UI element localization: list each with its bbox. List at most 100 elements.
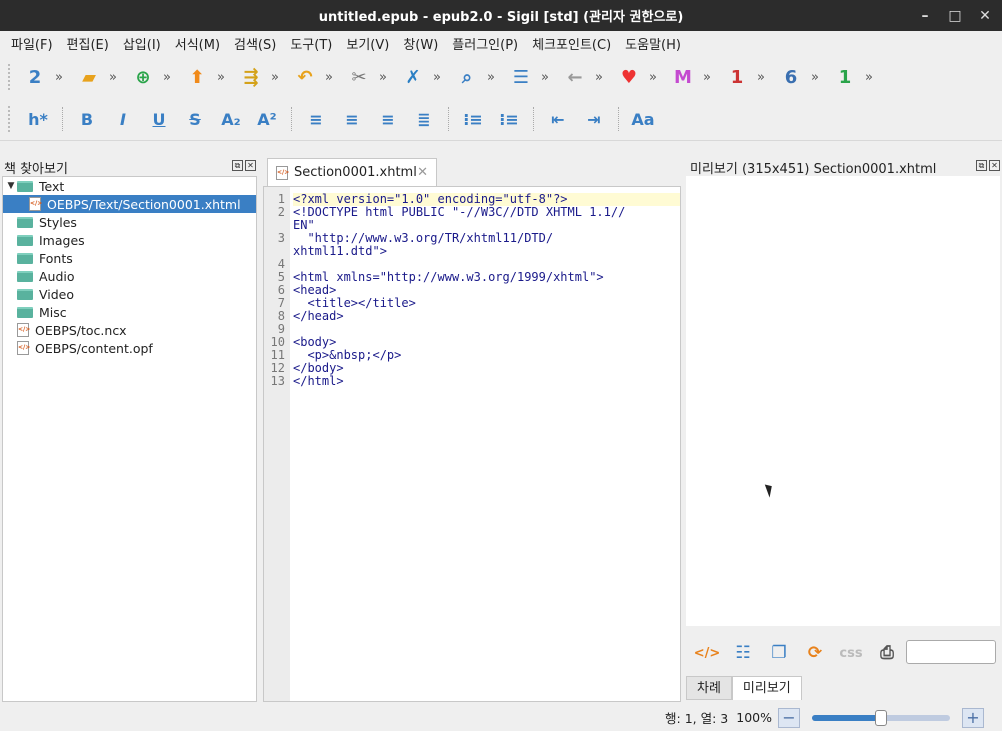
preview-pane[interactable] — [686, 176, 1000, 626]
expand-arrow-icon[interactable]: ▼ — [5, 181, 17, 191]
plugin-green-button[interactable]: 1 — [830, 62, 860, 92]
code-line[interactable]: <p>&nbsp;</p> — [293, 349, 680, 362]
strikethrough-button[interactable]: S — [177, 104, 213, 134]
menu-item-4[interactable]: 검색(S) — [227, 34, 283, 53]
underline-button[interactable]: U — [141, 104, 177, 134]
toolbar-overflow-icon[interactable]: » — [212, 70, 230, 85]
tree-item[interactable]: Styles — [3, 213, 256, 231]
float-icon[interactable]: ⧉ — [976, 160, 987, 171]
tree-item[interactable]: Images — [3, 231, 256, 249]
code-line[interactable]: </head> — [293, 310, 680, 323]
printer-button[interactable]: ⎙ — [872, 638, 902, 668]
css-button[interactable]: css — [836, 638, 866, 668]
justify-button[interactable]: ≣ — [406, 104, 442, 134]
tree-item[interactable]: ▼ Text — [3, 177, 256, 195]
menu-item-10[interactable]: 도움말(H) — [618, 34, 688, 53]
tree-item[interactable]: </> OEBPS/Text/Section0001.xhtml — [3, 195, 256, 213]
code-view-button[interactable]: </> — [692, 638, 722, 668]
toolbar-overflow-icon[interactable]: » — [104, 70, 122, 85]
toolbar-overflow-icon[interactable]: » — [698, 70, 716, 85]
toolbar-overflow-icon[interactable]: » — [266, 70, 284, 85]
code-line[interactable]: xhtml11.dtd"> — [293, 245, 680, 258]
toolbar-grip[interactable] — [8, 106, 12, 132]
close-tab-icon[interactable]: ✕ — [417, 165, 428, 180]
maximize-icon[interactable]: □ — [940, 0, 970, 31]
close-panel-icon[interactable]: ✕ — [989, 160, 1000, 171]
close-panel-icon[interactable]: ✕ — [245, 160, 256, 171]
plugin-red-button[interactable]: 1 — [722, 62, 752, 92]
back-arrow-button[interactable]: ← — [560, 62, 590, 92]
copy-button[interactable]: ❐ — [764, 638, 794, 668]
minimize-icon[interactable]: – — [910, 0, 940, 31]
code-line[interactable]: </body> — [293, 362, 680, 375]
toolbar-overflow-icon[interactable]: » — [428, 70, 446, 85]
open-folder-button[interactable]: ▰ — [74, 62, 104, 92]
bold-button[interactable]: B — [69, 104, 105, 134]
tree-item[interactable]: Misc — [3, 303, 256, 321]
menu-item-6[interactable]: 보기(V) — [339, 34, 396, 53]
code-line[interactable]: <title></title> — [293, 297, 680, 310]
align-left-button[interactable]: ≡ — [298, 104, 334, 134]
add-file-button[interactable]: ⊕ — [128, 62, 158, 92]
superscript-button[interactable]: A² — [249, 104, 285, 134]
align-right-button[interactable]: ≡ — [370, 104, 406, 134]
zoom-in-button[interactable]: + — [962, 707, 984, 728]
search-button[interactable]: ⌕ — [452, 62, 482, 92]
zoom-out-button[interactable]: − — [778, 707, 800, 728]
tree-item[interactable]: Fonts — [3, 249, 256, 267]
scissors-button[interactable]: ✂ — [344, 62, 374, 92]
code-line[interactable]: </html> — [293, 375, 680, 388]
numbered-list-button[interactable]: ⁝≡ — [491, 104, 527, 134]
bullet-list-button[interactable]: ⁝≡ — [455, 104, 491, 134]
toolbar-overflow-icon[interactable]: » — [50, 70, 68, 85]
tree-item[interactable]: </> OEBPS/content.opf — [3, 339, 256, 357]
zoom-slider-handle[interactable] — [875, 709, 887, 726]
menu-item-3[interactable]: 서식(M) — [168, 34, 227, 53]
italic-button[interactable]: I — [105, 104, 141, 134]
menu-item-9[interactable]: 체크포인트(C) — [525, 34, 618, 53]
float-icon[interactable]: ⧉ — [232, 160, 243, 171]
toolbar-overflow-icon[interactable]: » — [752, 70, 770, 85]
reorder-button[interactable]: ⇶ — [236, 62, 266, 92]
clean-button[interactable]: ✗ — [398, 62, 428, 92]
close-icon[interactable]: ✕ — [970, 0, 1000, 31]
refresh-button[interactable]: ⟳ — [800, 638, 830, 668]
bottom-tab[interactable]: 차례 — [686, 676, 732, 700]
toolbar-grip[interactable] — [8, 64, 12, 90]
tree-item[interactable]: </> OEBPS/toc.ncx — [3, 321, 256, 339]
code-line[interactable]: <!DOCTYPE html PUBLIC "-//W3C//DTD XHTML… — [293, 206, 680, 219]
toolbar-overflow-icon[interactable]: » — [482, 70, 500, 85]
toolbar-overflow-icon[interactable]: » — [590, 70, 608, 85]
outdent-button[interactable]: ⇤ — [540, 104, 576, 134]
code-editor[interactable]: 1 2 3 4 5 6 7 8 9 10 11 12 13 <?xml version="1.0" en… — [263, 186, 681, 702]
plugin-blue-button[interactable]: 6 — [776, 62, 806, 92]
toolbar-overflow-icon[interactable]: » — [320, 70, 338, 85]
toolbar-overflow-icon[interactable]: » — [158, 70, 176, 85]
preview-search-input[interactable] — [906, 640, 996, 664]
undo-button[interactable]: ↶ — [290, 62, 320, 92]
toolbar-overflow-icon[interactable]: » — [806, 70, 824, 85]
indent-button[interactable]: ⇥ — [576, 104, 612, 134]
m-button[interactable]: M — [668, 62, 698, 92]
toolbar-overflow-icon[interactable]: » — [860, 70, 878, 85]
split-button[interactable]: ☰ — [506, 62, 536, 92]
zoom-slider[interactable] — [812, 709, 950, 726]
code-line[interactable] — [293, 323, 680, 336]
menu-item-7[interactable]: 창(W) — [396, 34, 445, 53]
toolbar-overflow-icon[interactable]: » — [644, 70, 662, 85]
upload-button[interactable]: ⬆ — [182, 62, 212, 92]
case-button[interactable]: Aa — [625, 104, 661, 134]
menu-item-5[interactable]: 도구(T) — [283, 34, 339, 53]
new-file-button[interactable]: 2 — [20, 62, 50, 92]
align-center-button[interactable]: ≡ — [334, 104, 370, 134]
tree-item[interactable]: Video — [3, 285, 256, 303]
tab-section0001[interactable]: </> Section0001.xhtml ✕ — [267, 158, 437, 186]
heart-button[interactable]: ♥ — [614, 62, 644, 92]
bottom-tab[interactable]: 미리보기 — [731, 676, 802, 700]
code-line[interactable]: <html xmlns="http://www.w3.org/1999/xhtm… — [293, 271, 680, 284]
code-content[interactable]: <?xml version="1.0" encoding="utf-8"?> <!… — [293, 193, 680, 388]
tree-item[interactable]: Audio — [3, 267, 256, 285]
menu-item-1[interactable]: 편집(E) — [60, 34, 116, 53]
subscript-button[interactable]: A₂ — [213, 104, 249, 134]
toolbar-overflow-icon[interactable]: » — [536, 70, 554, 85]
